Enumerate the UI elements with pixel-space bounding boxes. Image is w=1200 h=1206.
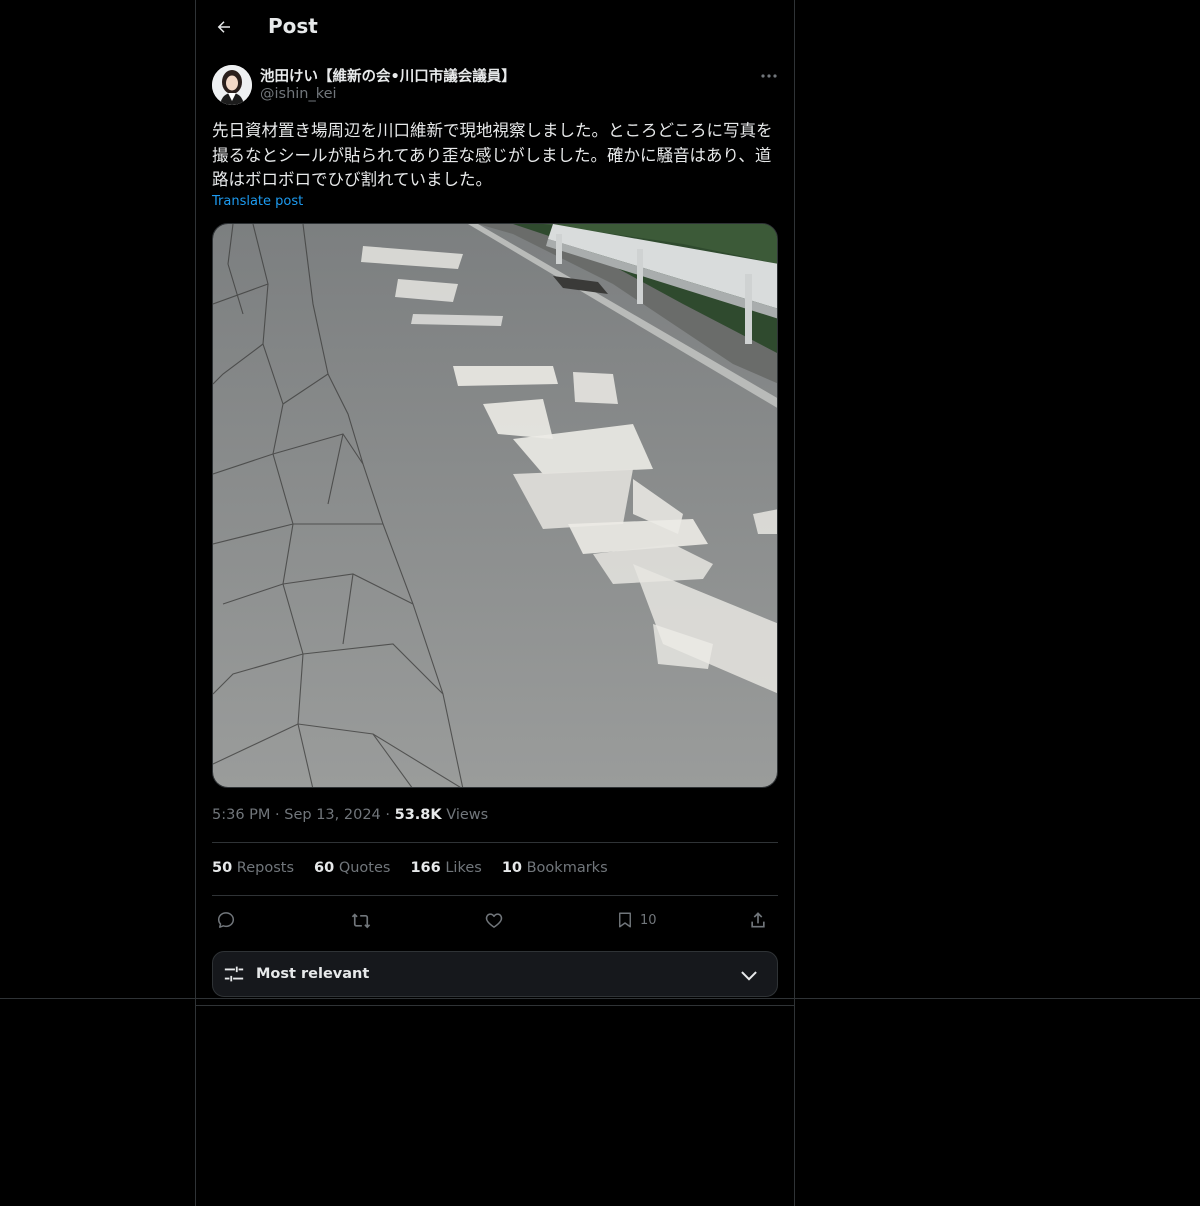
repost-icon	[351, 913, 371, 929]
back-button[interactable]	[210, 13, 238, 41]
replies-sort-dropdown[interactable]: Most relevant	[212, 951, 778, 997]
top-bar: Post	[196, 0, 794, 54]
post-date[interactable]: Sep 13, 2024	[284, 807, 381, 823]
engagement-stats: 50 Reposts 60 Quotes 166 Likes 10 Bookma…	[212, 860, 608, 876]
quotes-label: Quotes	[338, 860, 391, 876]
sort-label: Most relevant	[256, 966, 370, 982]
action-bar: 10	[212, 905, 778, 935]
likes-stat[interactable]: 166 Likes	[410, 860, 481, 876]
chevron-down-icon	[741, 971, 757, 981]
more-options-button[interactable]	[758, 66, 780, 86]
divider	[212, 842, 778, 843]
likes-label: Likes	[445, 860, 482, 876]
share-button[interactable]	[748, 905, 768, 935]
bookmark-icon	[619, 912, 631, 928]
bookmarks-label: Bookmarks	[526, 860, 608, 876]
post-meta: 5:36 PM · Sep 13, 2024 · 53.8K Views	[212, 807, 488, 823]
post-text: 先日資材置き場周辺を川口維新で現地視察しました。ところどころに写真を撮るなとシー…	[212, 121, 773, 189]
repost-button[interactable]	[350, 905, 372, 935]
like-button[interactable]	[484, 905, 504, 935]
divider	[0, 998, 1200, 999]
quotes-count: 60	[314, 860, 335, 876]
avatar[interactable]	[212, 65, 252, 105]
reposts-stat[interactable]: 50 Reposts	[212, 860, 294, 876]
views-count: 53.8K	[394, 807, 442, 823]
bookmark-count: 10	[640, 912, 657, 928]
likes-count: 166	[410, 860, 441, 876]
reply-button[interactable]	[216, 905, 236, 935]
reply-icon	[217, 912, 235, 928]
bookmarks-count: 10	[501, 860, 522, 876]
main-column: Post 池田けい【維新の会•川口市議会議員】 @ishin_kei 先日資材置…	[195, 0, 795, 1206]
author-handle[interactable]: @ishin_kei	[260, 86, 337, 102]
post-time[interactable]: 5:36 PM	[212, 807, 270, 823]
meta-separator: ·	[385, 807, 390, 823]
bookmark-button[interactable]: 10	[616, 905, 657, 935]
divider	[195, 1005, 795, 1006]
road-photo	[213, 224, 777, 787]
sliders-icon	[224, 966, 244, 982]
bookmarks-stat[interactable]: 10 Bookmarks	[502, 860, 608, 876]
reposts-count: 50	[212, 860, 233, 876]
meta-separator: ·	[275, 807, 280, 823]
avatar-photo	[212, 65, 252, 105]
author-display-name[interactable]: 池田けい【維新の会•川口市議会議員】	[260, 65, 516, 86]
share-icon	[751, 912, 765, 928]
more-icon	[761, 74, 777, 78]
quotes-stat[interactable]: 60 Quotes	[314, 860, 390, 876]
arrow-left-icon	[217, 21, 230, 33]
reposts-label: Reposts	[236, 860, 295, 876]
divider	[212, 895, 778, 896]
translate-post-link[interactable]: Translate post	[212, 194, 303, 209]
post-image[interactable]	[212, 223, 778, 788]
page-title: Post	[268, 14, 318, 38]
views-label: Views	[446, 807, 489, 823]
heart-icon	[485, 913, 503, 928]
